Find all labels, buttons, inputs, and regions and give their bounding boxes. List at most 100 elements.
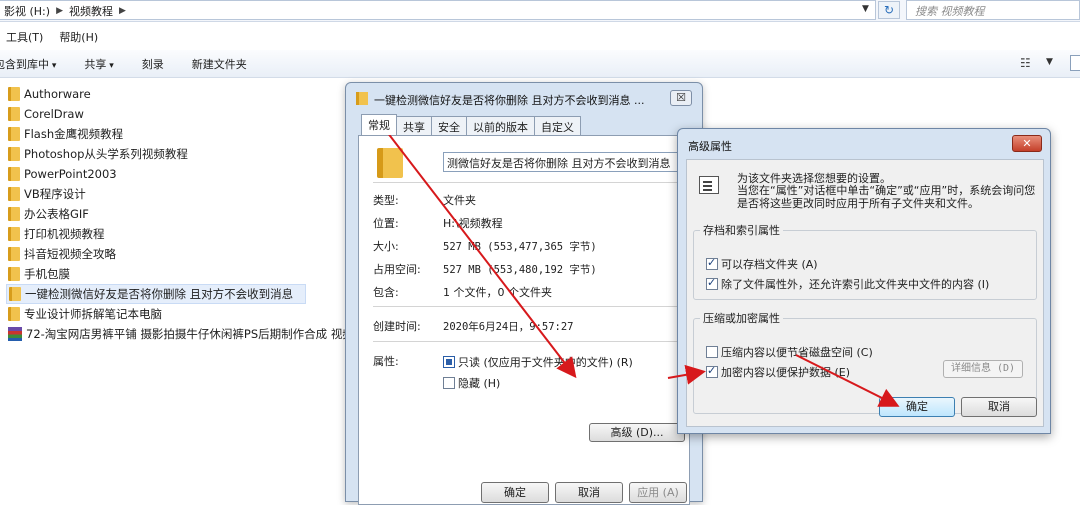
divider — [373, 341, 677, 342]
compress-checkbox-row[interactable]: 压缩内容以便节省磁盘空间 (C) — [706, 344, 873, 360]
dialog-body: 为该文件夹选择您想要的设置。 当您在“属性”对话框中单击“确定”或“应用”时，系… — [686, 159, 1044, 427]
list-item[interactable]: CorelDraw — [8, 104, 348, 124]
ok-button[interactable]: 确定 — [879, 397, 955, 417]
folder-icon — [8, 207, 20, 221]
archive-checkbox[interactable] — [706, 256, 718, 270]
archive-checkbox-row[interactable]: 可以存档文件夹 (A) — [706, 256, 818, 272]
search-input[interactable]: 搜索 视频教程 — [906, 0, 1080, 20]
refresh-button[interactable]: ↻ — [878, 1, 900, 19]
list-item-selected[interactable]: 一键检测微信好友是否将你删除 且对方不会收到消息 — [6, 284, 306, 304]
refresh-icon: ↻ — [883, 3, 895, 17]
list-item[interactable]: Authorware — [8, 84, 348, 104]
readonly-checkbox-row[interactable]: 只读 (仅应用于文件夹中的文件) (R) — [443, 354, 633, 370]
dialog-title: 一键检测微信好友是否将你删除 且对方不会收到消息 ... — [374, 94, 645, 107]
menu-bar: 工具(T) 帮助(H) — [0, 27, 98, 47]
group-label: 存档和索引属性 — [703, 224, 780, 237]
close-button[interactable]: ✕ — [1012, 135, 1042, 152]
tab-customize[interactable]: 自定义 — [534, 116, 581, 135]
cancel-button[interactable]: 取消 — [555, 482, 623, 503]
chevron-down-icon[interactable]: ▼ — [1046, 57, 1053, 67]
advanced-attributes-dialog: 高级属性 ✕ 为该文件夹选择您想要的设置。 当您在“属性”对话框中单击“确定”或… — [677, 128, 1051, 434]
chevron-right-icon[interactable]: ▶ — [119, 6, 126, 16]
encrypt-checkbox-row[interactable]: 加密内容以便保护数据 (E) — [706, 364, 850, 380]
group-label: 压缩或加密属性 — [703, 312, 780, 325]
folder-icon — [8, 247, 20, 261]
details-button[interactable]: 详细信息 (D) — [943, 360, 1023, 378]
preview-pane-button[interactable] — [1070, 55, 1080, 71]
view-options-icon[interactable]: ☷ — [1020, 56, 1031, 70]
index-checkbox[interactable] — [706, 276, 718, 290]
advanced-button[interactable]: 高级 (D)... — [589, 423, 685, 442]
search-placeholder: 搜索 视频教程 — [915, 5, 985, 18]
breadcrumb-drive[interactable]: 影视 (H:) — [4, 3, 50, 19]
hidden-checkbox[interactable] — [443, 377, 455, 389]
attributes-label: 属性: — [373, 355, 399, 368]
list-item[interactable]: 手机包膜 — [8, 264, 348, 284]
folder-name-input[interactable]: 测微信好友是否将你删除 且对方不会收到消息 — [443, 152, 685, 172]
folder-icon — [8, 187, 20, 201]
list-item[interactable]: Photoshop从头学系列视频教程 — [8, 144, 348, 164]
apply-button[interactable]: 应用 (A) — [629, 482, 687, 503]
folder-icon — [8, 167, 20, 181]
menu-help[interactable]: 帮助(H) — [59, 29, 98, 45]
readonly-checkbox[interactable] — [443, 356, 455, 368]
menu-tools[interactable]: 工具(T) — [6, 29, 43, 45]
breadcrumb-folder[interactable]: 视频教程 — [69, 3, 113, 19]
folder-icon — [8, 307, 20, 321]
general-tab-panel: 测微信好友是否将你删除 且对方不会收到消息 类型: 文件夹 位置: H:\视频教程 … — [358, 135, 690, 505]
new-folder-button[interactable]: 新建文件夹 — [192, 56, 247, 72]
folder-icon — [377, 148, 403, 178]
chevron-down-icon[interactable]: ▼ — [862, 4, 869, 14]
tab-sharing[interactable]: 共享 — [396, 116, 432, 135]
tab-bar: 常规 共享 安全 以前的版本 自定义 — [361, 114, 581, 135]
list-item[interactable]: 打印机视频教程 — [8, 224, 348, 244]
address-bar-row: 影视 (H:) ▶ 视频教程 ▶ ▼ ↻ 搜索 视频教程 — [0, 0, 1080, 22]
tab-security[interactable]: 安全 — [431, 116, 467, 135]
encrypt-checkbox[interactable] — [706, 364, 718, 378]
description-text: 当您在“属性”对话框中单击“确定”或“应用”时，系统会询问您是否将这些更改同时应… — [737, 184, 1036, 210]
address-bar[interactable]: 影视 (H:) ▶ 视频教程 ▶ ▼ — [0, 0, 876, 20]
command-toolbar: 包含到库中 共享 刻录 新建文件夹 ☷ ▼ — [0, 50, 1080, 78]
list-item[interactable]: PowerPoint2003 — [8, 164, 348, 184]
share-button[interactable]: 共享 — [84, 56, 113, 72]
list-item[interactable]: 72-淘宝网店男裤平铺 摄影拍摄牛仔休闲裤PS后期制作合成 视频 — [8, 324, 354, 344]
tab-general[interactable]: 常规 — [361, 114, 397, 135]
list-item[interactable]: Flash金鹰视频教程 — [8, 124, 348, 144]
divider — [373, 182, 677, 183]
type-row: 类型: 文件夹 — [373, 194, 476, 207]
divider — [373, 306, 677, 307]
tab-previous-versions[interactable]: 以前的版本 — [466, 116, 535, 135]
chevron-right-icon[interactable]: ▶ — [56, 6, 63, 16]
compress-checkbox[interactable] — [706, 346, 718, 358]
attributes-icon — [699, 176, 719, 194]
dialog-title: 高级属性 — [688, 140, 732, 153]
properties-dialog: 一键检测微信好友是否将你删除 且对方不会收到消息 ... ☒ 常规 共享 安全 … — [345, 82, 703, 505]
list-item[interactable]: 专业设计师拆解笔记本电脑 — [8, 304, 348, 324]
list-item[interactable]: 抖音短视频全攻略 — [8, 244, 348, 264]
list-item[interactable]: VB程序设计 — [8, 184, 348, 204]
folder-icon — [8, 147, 20, 161]
close-button[interactable]: ☒ — [670, 90, 692, 106]
burn-button[interactable]: 刻录 — [142, 56, 164, 72]
archive-index-group: 存档和索引属性 可以存档文件夹 (A) 除了文件属性外，还允许索引此文件夹中文件… — [693, 222, 1037, 300]
file-list: Authorware CorelDraw Flash金鹰视频教程 Photosh… — [6, 84, 354, 344]
disk-size-row: 占用空间: 527 MB (553,480,192 字节) — [373, 263, 597, 276]
folder-icon — [356, 92, 368, 105]
hidden-checkbox-row[interactable]: 隐藏 (H) — [443, 375, 500, 391]
created-row: 创建时间: 2020年6月24日，9:57:27 — [373, 320, 574, 333]
breadcrumb: 影视 (H:) ▶ 视频教程 ▶ — [4, 3, 126, 19]
folder-icon — [8, 227, 20, 241]
cancel-button[interactable]: 取消 — [961, 397, 1037, 417]
folder-icon — [8, 107, 20, 121]
folder-icon — [8, 127, 20, 141]
index-checkbox-row[interactable]: 除了文件属性外，还允许索引此文件夹中文件的内容 (I) — [706, 276, 989, 292]
archive-icon — [8, 327, 22, 341]
ok-button[interactable]: 确定 — [481, 482, 549, 503]
include-in-library-button[interactable]: 包含到库中 — [0, 56, 56, 72]
folder-icon — [9, 287, 21, 301]
contains-row: 包含: 1 个文件，0 个文件夹 — [373, 286, 552, 299]
location-row: 位置: H:\视频教程 — [373, 217, 503, 230]
folder-icon — [8, 87, 20, 101]
folder-icon — [8, 267, 20, 281]
list-item[interactable]: 办公表格GIF — [8, 204, 348, 224]
